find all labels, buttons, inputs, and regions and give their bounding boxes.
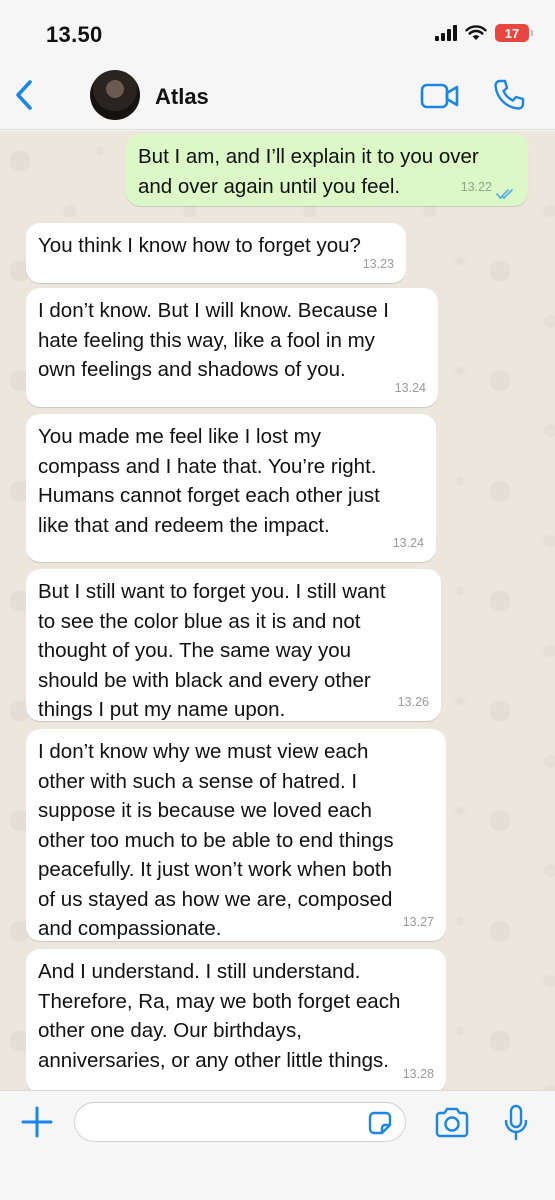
message-time: 13.22: [460, 179, 492, 194]
message-bubble-incoming[interactable]: But I still want to forget you. I still …: [26, 569, 441, 721]
video-call-button[interactable]: [420, 82, 460, 110]
status-bar: 13.50 17: [0, 0, 555, 60]
battery-level: 17: [504, 25, 520, 41]
double-check-icon: [496, 189, 513, 200]
message-time: 13.27: [402, 914, 434, 929]
add-attachment-button[interactable]: [20, 1105, 54, 1139]
message-bubble-incoming[interactable]: You think I know how to forget you? 13.2…: [26, 223, 406, 283]
message-text: I don’t know why we must view each other…: [38, 740, 394, 940]
cellular-signal-icon: [435, 25, 457, 41]
camera-button[interactable]: [433, 1106, 471, 1140]
contact-name[interactable]: Atlas: [155, 84, 209, 110]
message-input[interactable]: [74, 1102, 406, 1142]
message-time: 13.24: [392, 535, 424, 550]
voice-call-button[interactable]: [492, 78, 526, 112]
phone-icon: [494, 79, 525, 110]
message-text: You made me feel like I lost my compass …: [38, 425, 380, 537]
plus-icon: [21, 1106, 53, 1138]
message-bubble-outgoing[interactable]: But I am, and I’ll explain it to you ove…: [126, 134, 528, 206]
chat-header: Atlas: [0, 60, 555, 130]
camera-icon: [435, 1107, 469, 1138]
message-text: But I still want to forget you. I still …: [38, 580, 386, 721]
message-text: And I understand. I still understand. Th…: [38, 960, 401, 1072]
message-text: You think I know how to forget you?: [38, 234, 361, 257]
message-time: 13.28: [402, 1066, 434, 1081]
message-text: I don’t know. But I will know. Because I…: [38, 299, 389, 381]
message-text: But I am, and I’ll explain it to you ove…: [138, 145, 479, 198]
video-camera-icon: [420, 83, 459, 109]
sticker-button[interactable]: [366, 1109, 394, 1137]
chevron-left-icon: [16, 80, 32, 110]
message-bubble-incoming[interactable]: And I understand. I still understand. Th…: [26, 949, 446, 1090]
status-icons: 17: [435, 24, 533, 42]
microphone-button[interactable]: [502, 1104, 530, 1142]
status-time: 13.50: [46, 22, 103, 47]
message-bubble-incoming[interactable]: You made me feel like I lost my compass …: [26, 414, 436, 562]
message-time: 13.23: [362, 256, 394, 271]
back-button[interactable]: [8, 76, 42, 114]
avatar[interactable]: [90, 70, 140, 120]
sticker-icon: [368, 1111, 392, 1135]
wifi-icon: [465, 25, 487, 40]
battery-icon: 17: [495, 24, 533, 42]
message-time: 13.24: [394, 380, 426, 395]
message-bubble-incoming[interactable]: I don’t know. But I will know. Because I…: [26, 288, 438, 407]
chat-area[interactable]: But I am, and I’ll explain it to you ove…: [0, 131, 555, 1090]
message-bubble-incoming[interactable]: I don’t know why we must view each other…: [26, 729, 446, 941]
message-time: 13.26: [397, 694, 429, 709]
microphone-icon: [504, 1104, 528, 1141]
input-bar: [0, 1090, 555, 1200]
